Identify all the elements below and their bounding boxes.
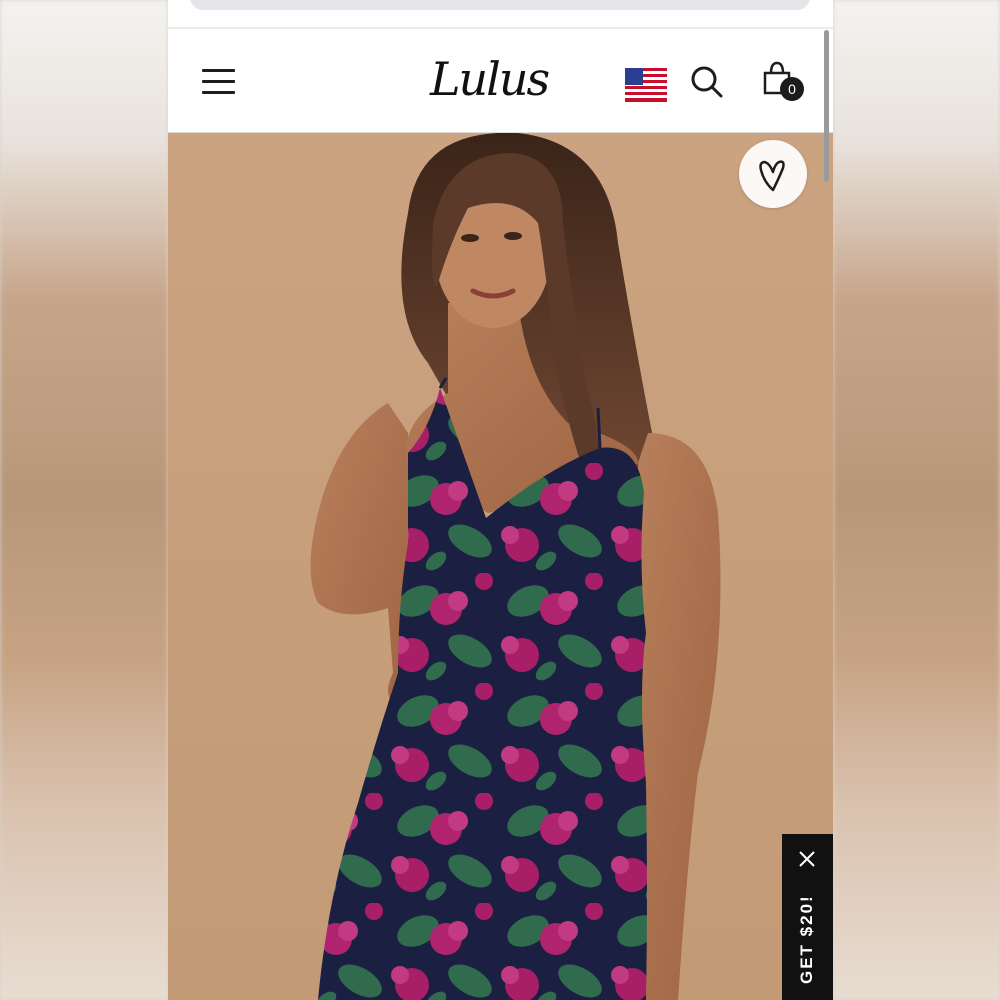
blurred-background-right	[833, 0, 1000, 1000]
address-bar[interactable]	[190, 0, 810, 10]
mobile-screen: Lulus 0 GET $20!	[168, 0, 833, 1000]
site-header: Lulus 0	[168, 29, 833, 133]
scrollbar[interactable]	[824, 30, 829, 182]
promo-tab[interactable]: GET $20!	[782, 834, 833, 1000]
us-flag-icon[interactable]	[625, 68, 667, 102]
lulus-logo[interactable]: Lulus	[430, 49, 570, 109]
browser-address-area	[168, 0, 833, 28]
cart-count-badge: 0	[780, 77, 804, 101]
shopping-bag-button[interactable]: 0	[762, 61, 806, 105]
promo-label[interactable]: GET $20!	[790, 854, 824, 984]
hamburger-menu-icon[interactable]	[202, 69, 236, 95]
search-icon[interactable]	[690, 65, 724, 99]
blurred-background-left	[0, 0, 168, 1000]
wishlist-button[interactable]	[739, 140, 807, 208]
product-image[interactable]	[168, 133, 833, 1000]
heart-icon	[759, 160, 785, 192]
